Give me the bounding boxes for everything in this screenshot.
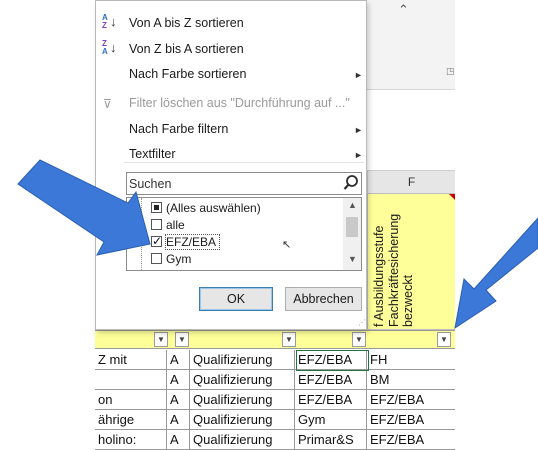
- list-item-label: alle: [166, 218, 185, 232]
- scroll-down-icon[interactable]: ▼: [348, 254, 357, 264]
- table-cell[interactable]: EFZ/EBA: [295, 370, 367, 389]
- table-row: A Qualifizierung EFZ/EBA BM: [95, 370, 455, 390]
- table-cell[interactable]: A: [167, 350, 190, 369]
- menu-item-sort-by-color[interactable]: Nach Farbe sortieren: [129, 67, 246, 81]
- comment-indicator: [449, 194, 455, 200]
- scroll-thumb[interactable]: [346, 217, 358, 237]
- clear-filter-icon: ⊽: [103, 97, 112, 111]
- header-cell-f-text: f Ausbildungsstufe Fachkräftesicherung b…: [372, 214, 416, 327]
- table-cell[interactable]: BM: [367, 370, 455, 389]
- filter-dropdown-button[interactable]: ▼: [352, 332, 366, 347]
- scroll-up-icon[interactable]: ▲: [348, 200, 357, 210]
- table-row: on A Qualifizierung EFZ/EBA EFZ/EBA: [95, 390, 455, 410]
- checkbox-partial[interactable]: [151, 202, 162, 213]
- list-item-label: EFZ/EBA: [166, 235, 217, 249]
- chevron-right-icon: ►: [354, 125, 363, 135]
- menu-item-text-filter[interactable]: Textfilter: [129, 147, 176, 161]
- table-cell[interactable]: [95, 370, 167, 389]
- header-f-line-2: Fachkräftesicherung: [386, 213, 401, 327]
- menu-item-sort-asc[interactable]: Von A bis Z sortieren: [129, 16, 244, 30]
- table-cell[interactable]: on: [95, 390, 167, 409]
- sort-az-icon: A Z ↓: [102, 13, 117, 30]
- tree-line: [141, 198, 142, 270]
- checkbox-checked[interactable]: ✓: [151, 234, 163, 248]
- menu-divider: [124, 162, 364, 163]
- menu-item-filter-by-color[interactable]: Nach Farbe filtern: [129, 122, 228, 136]
- table-cell[interactable]: Qualifizierung: [190, 350, 295, 369]
- table-cell[interactable]: Gym: [295, 410, 367, 429]
- header-f-line-3: bezweckt: [401, 274, 415, 327]
- table-cell[interactable]: A: [167, 390, 190, 409]
- list-scrollbar[interactable]: ▲ ▼: [343, 198, 361, 270]
- mouse-cursor-icon: ↖: [282, 239, 292, 251]
- check-icon: ✓: [152, 234, 163, 248]
- active-cell-selection: [296, 350, 369, 371]
- list-item-label: Gym: [166, 252, 192, 266]
- table-cell[interactable]: A: [167, 410, 190, 429]
- right-arrow-icon: [454, 217, 538, 330]
- table-cell[interactable]: Qualifizierung: [190, 430, 295, 449]
- search-input[interactable]: [127, 173, 339, 194]
- cancel-button[interactable]: Abbrechen: [285, 287, 362, 311]
- list-item-label: (Alles auswählen): [166, 201, 261, 215]
- table-row: Z mit A Qualifizierung EFZ/EBA FH: [95, 350, 455, 370]
- checkbox[interactable]: [151, 253, 162, 264]
- filter-dropdown-button-f[interactable]: ▼: [437, 332, 451, 347]
- dialog-launcher-icon[interactable]: ◳: [446, 66, 455, 77]
- table-row: ährige A Qualifizierung Gym EFZ/EBA: [95, 410, 455, 430]
- table-cell[interactable]: FH: [367, 350, 455, 369]
- column-header-f[interactable]: F: [367, 171, 455, 193]
- table-cell[interactable]: EFZ/EBA: [367, 430, 455, 449]
- table-cell[interactable]: EFZ/EBA: [367, 410, 455, 429]
- sort-za-icon: Z A ↓: [102, 39, 117, 56]
- resize-grip-icon[interactable]: ⋰: [358, 318, 366, 327]
- filter-dropdown-button[interactable]: ▼: [282, 332, 296, 347]
- table-row: holino: A Qualifizierung Primar&S EFZ/EB…: [95, 430, 455, 450]
- checkbox[interactable]: [151, 219, 162, 230]
- table-cell[interactable]: holino:: [95, 430, 167, 449]
- table-cell[interactable]: Qualifizierung: [190, 370, 295, 389]
- table-cell[interactable]: EFZ/EBA: [295, 390, 367, 409]
- ribbon-collapse-icon[interactable]: ⌃: [398, 2, 409, 18]
- search-icon[interactable]: [341, 173, 361, 194]
- ok-button[interactable]: OK: [199, 287, 273, 311]
- table-cell[interactable]: EFZ/EBA: [367, 390, 455, 409]
- filter-value-list: (Alles auswählen) alle ✓ EFZ/EBA Gym ▲ ▼: [126, 197, 362, 271]
- menu-item-sort-desc[interactable]: Von Z bis A sortieren: [129, 42, 244, 56]
- table-cell[interactable]: A: [167, 370, 190, 389]
- table-cell[interactable]: Qualifizierung: [190, 410, 295, 429]
- table-cell[interactable]: Primar&S: [295, 430, 367, 449]
- chevron-right-icon: ►: [354, 70, 363, 80]
- header-f-line-1: f Ausbildungsstufe: [372, 225, 386, 327]
- filter-dropdown-button[interactable]: ▼: [175, 332, 189, 347]
- search-box: [126, 172, 362, 195]
- menu-item-clear-filter[interactable]: Filter löschen aus "Durchführung auf ...…: [129, 96, 350, 110]
- table-cell[interactable]: Z mit: [95, 350, 167, 369]
- autofilter-menu: A Z ↓ Von A bis Z sortieren Z A ↓ Von Z bis …: [95, 0, 367, 330]
- table-cell[interactable]: ährige: [95, 410, 167, 429]
- table-cell[interactable]: Qualifizierung: [190, 390, 295, 409]
- filter-dropdown-button[interactable]: ▼: [154, 332, 168, 347]
- filter-header-row: [95, 330, 455, 349]
- chevron-right-icon: ►: [354, 150, 363, 160]
- table-cell[interactable]: A: [167, 430, 190, 449]
